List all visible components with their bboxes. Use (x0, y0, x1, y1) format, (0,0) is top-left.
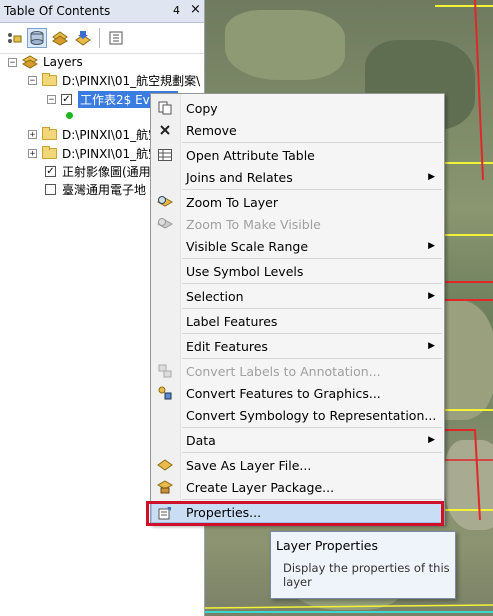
toc-toolbar (0, 23, 204, 54)
menu-item-label-features[interactable]: Label Features (152, 311, 443, 331)
point-symbol-icon[interactable] (66, 112, 73, 119)
menu-separator (182, 142, 442, 143)
menu-item-convert-features-to-graphics[interactable]: Convert Features to Graphics... (152, 383, 443, 403)
menu-item-remove[interactable]: Remove (152, 120, 443, 140)
copy-icon (157, 100, 173, 116)
layer-context-menu: Copy Remove Open Attribute Table Joins a… (150, 93, 445, 525)
convert-graphics-icon (157, 385, 173, 401)
remove-icon (157, 122, 173, 138)
zoom-to-layer-icon (157, 194, 173, 210)
collapse-icon[interactable]: − (28, 75, 37, 85)
save-layer-icon (157, 457, 173, 473)
menu-item-convert-labels-to-annotation: Convert Labels to Annotation... (152, 361, 443, 381)
tooltip-description: Display the properties of this layer (283, 561, 450, 589)
menu-separator (182, 499, 442, 500)
menu-item-label: Use Symbol Levels (186, 263, 304, 279)
menu-item-data[interactable]: Data ▶ (152, 430, 443, 450)
menu-item-label: Create Layer Package... (186, 479, 335, 495)
list-by-visibility-icon[interactable] (50, 28, 70, 48)
menu-item-label: Zoom To Make Visible (186, 216, 321, 232)
tree-node-source[interactable]: + D:\PINXI\01_航空 (28, 144, 160, 162)
submenu-arrow-icon: ▶ (428, 291, 435, 301)
menu-separator (182, 427, 442, 428)
submenu-arrow-icon: ▶ (428, 172, 435, 182)
expand-icon[interactable]: + (28, 129, 37, 139)
tree-node-layers[interactable]: − Layers (8, 53, 83, 71)
visibility-checkbox[interactable] (45, 183, 56, 195)
menu-separator (182, 358, 442, 359)
list-by-selection-icon[interactable] (73, 28, 93, 48)
list-by-drawing-order-icon[interactable] (4, 28, 24, 48)
tree-label-layers: Layers (43, 55, 83, 69)
layers-icon (22, 55, 38, 69)
menu-item-visible-scale-range[interactable]: Visible Scale Range ▶ (152, 236, 443, 256)
zoom-visible-icon (157, 216, 173, 232)
menu-item-create-layer-package[interactable]: Create Layer Package... (152, 477, 443, 497)
toc-title: Table Of Contents (4, 4, 111, 18)
collapse-icon[interactable]: − (47, 94, 56, 104)
tree-label-basemap: 臺灣通用電子地 (62, 182, 147, 197)
visibility-checkbox[interactable]: ✓ (61, 93, 72, 105)
menu-separator (182, 189, 442, 190)
menu-item-selection[interactable]: Selection ▶ (152, 286, 443, 306)
tree-node-basemap[interactable]: 臺灣通用電子地 (45, 180, 146, 198)
menu-item-copy[interactable]: Copy (152, 98, 443, 118)
collapse-icon[interactable]: − (8, 57, 17, 67)
pin-icon[interactable]: 4 (173, 4, 180, 17)
menu-separator (182, 258, 442, 259)
menu-item-label: Joins and Relates (186, 169, 293, 185)
list-by-source-icon[interactable] (27, 28, 47, 48)
menu-item-use-symbol-levels[interactable]: Use Symbol Levels (152, 261, 443, 281)
tree-label-source: D:\PINXI\01_航空 (62, 127, 161, 142)
menu-item-label: Convert Symbology to Representation... (186, 407, 437, 423)
tree-node-basemap[interactable]: ✓ 正射影像圖(通用 (45, 162, 151, 180)
table-icon (157, 147, 173, 163)
menu-item-convert-symbology[interactable]: Convert Symbology to Representation... (152, 405, 443, 425)
menu-item-label: Visible Scale Range (186, 238, 309, 254)
menu-item-joins-and-relates[interactable]: Joins and Relates ▶ (152, 167, 443, 187)
properties-highlight-box (146, 501, 444, 526)
convert-labels-icon (157, 363, 173, 379)
menu-item-label: Data (186, 432, 216, 448)
layer-package-icon (157, 479, 173, 495)
menu-item-label: Save As Layer File... (186, 457, 312, 473)
menu-item-label: Copy (186, 100, 218, 116)
menu-item-label: Zoom To Layer (186, 194, 278, 210)
submenu-arrow-icon: ▶ (428, 241, 435, 251)
menu-item-label: Label Features (186, 313, 278, 329)
menu-item-label: Selection (186, 288, 244, 304)
tooltip: Layer Properties Display the properties … (270, 531, 456, 599)
menu-item-label: Edit Features (186, 338, 268, 354)
options-icon[interactable] (106, 28, 126, 48)
tree-label-source: D:\PINXI\01_航空 (62, 146, 161, 161)
menu-separator (182, 452, 442, 453)
submenu-arrow-icon: ▶ (428, 341, 435, 351)
tooltip-title: Layer Properties (276, 538, 378, 553)
menu-item-label: Remove (186, 122, 237, 138)
tree-node-source[interactable]: + D:\PINXI\01_航空 (28, 125, 160, 143)
menu-separator (182, 283, 442, 284)
menu-item-label: Convert Labels to Annotation... (186, 363, 381, 379)
menu-item-open-attribute-table[interactable]: Open Attribute Table (152, 145, 443, 165)
menu-item-save-as-layer-file[interactable]: Save As Layer File... (152, 455, 443, 475)
menu-item-edit-features[interactable]: Edit Features ▶ (152, 336, 443, 356)
menu-item-label: Convert Features to Graphics... (186, 385, 381, 401)
tree-node-source[interactable]: − D:\PINXI\01_航空規劃案\ (28, 71, 200, 89)
menu-separator (182, 333, 442, 334)
folder-icon (42, 145, 57, 159)
toolbar-separator (99, 28, 100, 48)
folder-icon (42, 72, 57, 86)
menu-item-zoom-to-make-visible: Zoom To Make Visible (152, 214, 443, 234)
close-icon[interactable]: × (190, 2, 201, 17)
submenu-arrow-icon: ▶ (428, 435, 435, 445)
toc-title-bar: Table Of Contents 4 × (0, 0, 204, 23)
tree-label-basemap: 正射影像圖(通用 (62, 164, 151, 179)
menu-separator (182, 308, 442, 309)
tree-label-source: D:\PINXI\01_航空規劃案\ (62, 73, 201, 88)
visibility-checkbox[interactable]: ✓ (45, 165, 56, 177)
menu-item-zoom-to-layer[interactable]: Zoom To Layer (152, 192, 443, 212)
folder-icon (42, 126, 57, 140)
expand-icon[interactable]: + (28, 148, 37, 158)
menu-item-label: Open Attribute Table (186, 147, 315, 163)
